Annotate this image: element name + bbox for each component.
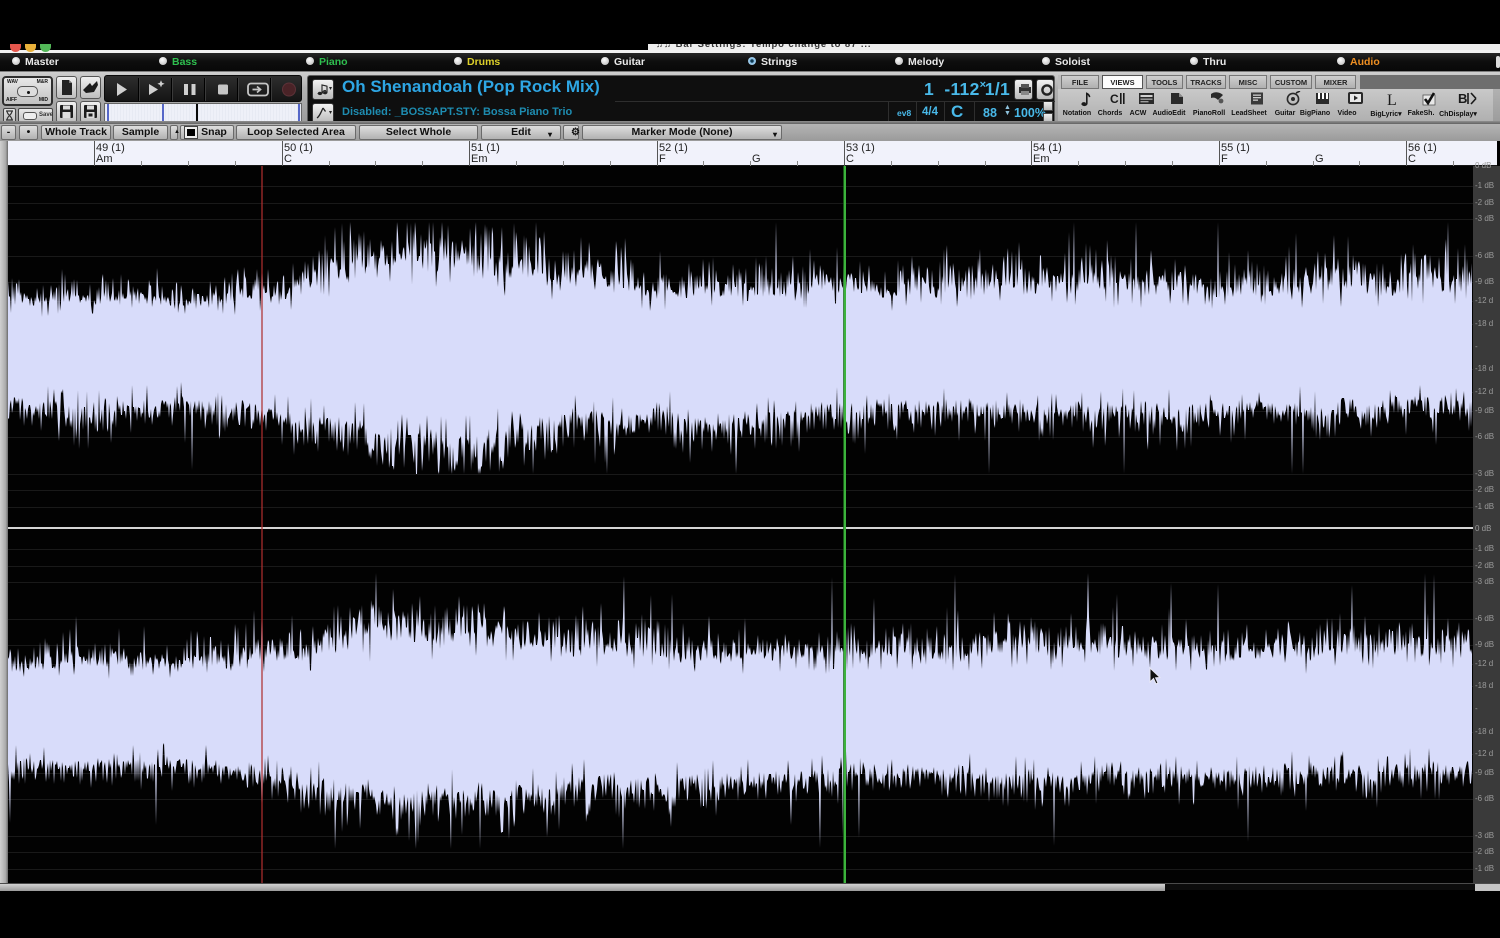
svg-text:B: B: [1458, 91, 1467, 106]
svg-text:L: L: [1387, 92, 1397, 107]
svg-text:C: C: [1110, 92, 1119, 106]
